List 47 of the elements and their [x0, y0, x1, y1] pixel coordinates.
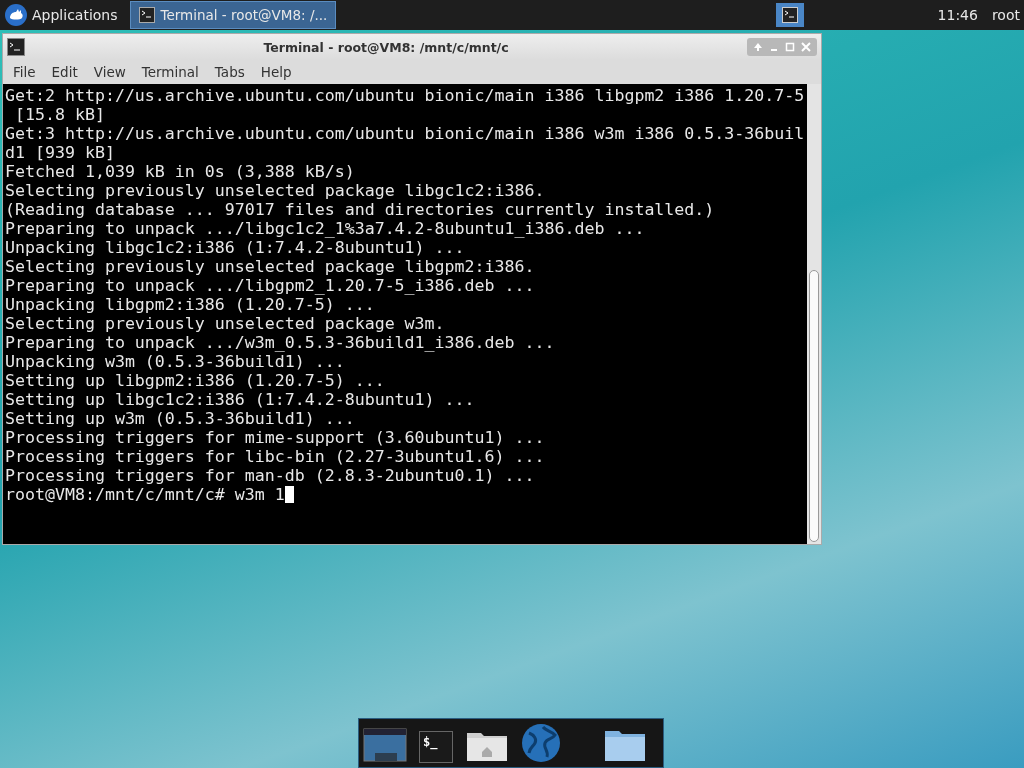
terminal-line: Setting up libgc1c2:i386 (1:7.4.2-8ubuntu1) ...: [5, 390, 475, 409]
terminal-icon[interactable]: $_: [419, 731, 453, 763]
menu-item[interactable]: Help: [252, 64, 300, 80]
terminal-line: Fetched 1,039 kB in 0s (3,388 kB/s): [5, 162, 355, 181]
keep-above-icon[interactable]: [752, 41, 764, 53]
terminal-line: Unpacking libgc1c2:i386 (1:7.4.2-8ubuntu1) ...: [5, 238, 465, 257]
clock[interactable]: 11:46: [937, 7, 978, 23]
terminal-line: Selecting previously unselected package libgc1c2:i386.: [5, 181, 545, 200]
terminal-line: Processing triggers for libc-bin (2.27-3ubuntu1.6) ...: [5, 447, 545, 466]
terminal-line: Processing triggers for man-db (2.8.3-2ubuntu0.1) ...: [5, 466, 535, 485]
menu-item[interactable]: View: [85, 64, 134, 80]
applications-menu[interactable]: Applications: [32, 7, 118, 23]
scrollbar-thumb[interactable]: [809, 270, 819, 542]
close-icon[interactable]: [800, 41, 812, 53]
terminal-icon: [138, 7, 155, 23]
terminal-line: d1 [939 kB]: [5, 143, 115, 162]
terminal-line: Get:2 http://us.archive.ubuntu.com/ubuntu bionic/main i386 libgpm2 i386 1.20.7-5: [5, 86, 805, 105]
terminal-line: Processing triggers for mime-support (3.60ubuntu1) ...: [5, 428, 545, 447]
terminal-line: Preparing to unpack .../w3m_0.5.3-36build1_i386.deb ...: [5, 333, 555, 352]
terminal-line: Selecting previously unselected package w3m.: [5, 314, 445, 333]
terminal-icon: [781, 7, 798, 23]
terminal-line: Unpacking libgpm2:i386 (1.20.7-5) ...: [5, 295, 375, 314]
terminal-line: [15.8 kB]: [14, 105, 105, 124]
menu-item[interactable]: File: [5, 64, 44, 80]
terminal-line: Setting up w3m (0.5.3-36build1) ...: [5, 409, 355, 428]
taskbar-button[interactable]: Terminal - root@VM8: /...: [129, 1, 337, 29]
scrollbar[interactable]: [807, 84, 821, 544]
terminal-line: (Reading database ... 97017 files and directories currently installed.): [5, 200, 715, 219]
terminal-line: Preparing to unpack .../libgc1c2_1%3a7.4.2-8ubuntu1_i386.deb ...: [5, 219, 645, 238]
terminal-icon: [7, 38, 25, 56]
terminal-line: root@VM8:/mnt/c/mnt/c# w3m 1: [5, 485, 285, 504]
terminal-line: Unpacking w3m (0.5.3-36build1) ...: [5, 352, 345, 371]
terminal-line: Setting up libgpm2:i386 (1.20.7-5) ...: [5, 371, 385, 390]
menu-item[interactable]: Terminal: [133, 64, 207, 80]
maximize-icon[interactable]: [784, 41, 796, 53]
workspace-switcher[interactable]: [775, 3, 804, 27]
globe-icon[interactable]: [521, 723, 561, 763]
monitor-icon[interactable]: [363, 727, 407, 763]
terminal-line: Preparing to unpack .../libgpm2_1.20.7-5_i386.deb ...: [5, 276, 535, 295]
terminal-line: Get:3 http://us.archive.ubuntu.com/ubuntu bionic/main i386 w3m i386 0.5.3-36buil: [5, 124, 805, 143]
mouse-logo-icon[interactable]: [4, 3, 28, 27]
window-title: Terminal - root@VM8: /mnt/c/mnt/c: [262, 39, 510, 55]
menu-item[interactable]: Tabs: [206, 64, 253, 80]
terminal-line: Selecting previously unselected package libgpm2:i386.: [5, 257, 535, 276]
menu-item[interactable]: Edit: [43, 64, 86, 80]
user-name[interactable]: root: [991, 7, 1020, 23]
text-cursor: [284, 486, 294, 503]
